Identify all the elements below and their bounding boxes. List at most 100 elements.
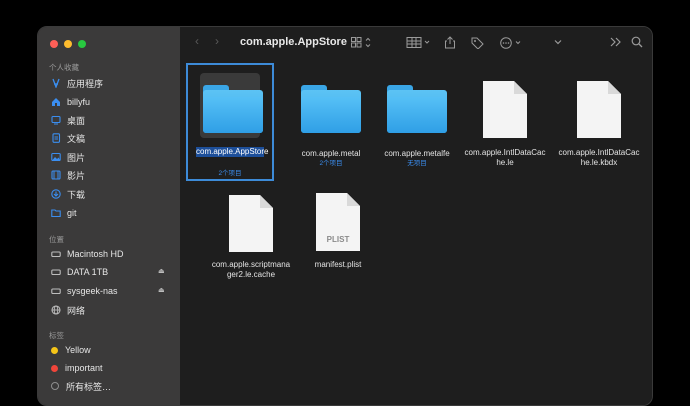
sidebar-item-macintosh-hd[interactable]: Macintosh HD [50,246,124,262]
sidebar-item-label: 图片 [67,152,86,163]
share-button[interactable] [444,36,456,52]
sidebar-item-label: 应用程序 [67,78,104,89]
folder-icon [203,85,263,133]
folder-icon [50,208,61,219]
file-item-metalfe[interactable]: com.apple.metalfe 无项目 [376,75,458,170]
sidebar-item-label: 影片 [67,170,86,181]
file-subtitle: 2个项目 [218,170,242,177]
tag-dot-icon [51,346,58,354]
download-icon [50,189,61,200]
network-icon [50,305,61,316]
file-subtitle: 2个项目 [319,160,343,167]
sidebar-item-label: DATA 1TB [67,267,109,277]
folder-icon [387,85,447,133]
sidebar-item-data-1tb[interactable]: DATA 1TB [50,264,108,280]
photo-icon [50,152,61,163]
tag-button[interactable] [471,37,484,52]
sidebar-item-label: billyfu [67,97,91,107]
folder-icon [301,85,361,133]
chevron-down-icon[interactable] [553,37,563,50]
sidebar-item-desktop[interactable]: 桌面 [50,112,85,128]
sidebar-item-git[interactable]: git [50,205,77,221]
file-name: com.apple.scriptmanager2.le.cache [211,260,291,279]
file-item-scriptmanager[interactable]: com.apple.scriptmanager2.le.cache [210,193,292,288]
grid-view-icon [351,37,371,48]
close-button[interactable] [50,40,58,48]
sidebar: 个人收藏 应用程序 billyfu 桌面 文稿 图片 影片 下载 git 位置 … [38,27,180,405]
sidebar-item-label: 文稿 [67,133,86,144]
share-icon [445,36,455,49]
tags-icon [51,382,59,390]
file-name: com.apple.metal [301,149,361,158]
file-name: com.apple.IntlDataCache.le [464,148,546,167]
sidebar-item-label: important [65,363,103,373]
favorites-header: 个人收藏 [49,63,79,72]
window-title: com.apple.AppStore [240,36,347,48]
apps-icon [50,78,61,89]
sidebar-item-home[interactable]: billyfu [50,94,90,110]
search-icon [631,36,643,48]
file-subtitle: 无项目 [407,160,427,167]
sidebar-item-movies[interactable]: 影片 [50,167,85,183]
sidebar-item-label: 桌面 [67,115,86,126]
document-icon [229,195,273,252]
sidebar-item-network[interactable]: 网络 [50,302,85,318]
forward-button[interactable]: › [215,34,219,48]
sidebar-item-label: 下载 [67,189,86,200]
file-name: com.apple.AppStore [196,147,269,157]
sidebar-item-tag-yellow[interactable]: Yellow [50,342,91,358]
plist-label: PLIST [326,235,350,244]
group-button[interactable] [406,37,432,51]
tag-icon [471,37,484,50]
toolbar-overflow-button[interactable] [610,37,622,50]
home-icon [50,97,61,108]
traffic-lights [50,40,86,48]
desktop-icon [50,115,61,126]
double-chevron-icon [610,37,621,47]
document-icon [483,81,527,138]
sidebar-item-apps[interactable]: 应用程序 [50,75,103,91]
eject-icon[interactable]: ⏏ [158,286,165,294]
plist-document-icon: PLIST [316,193,360,251]
file-name: com.apple.IntlDataCache.le.kbdx [558,148,640,167]
sidebar-item-label: sysgeek-nas [67,286,118,296]
action-button[interactable] [500,37,524,52]
file-item-appstore[interactable]: com.apple.AppStore 2个项目 [186,63,274,181]
file-item-intldatacache-kbdx[interactable]: com.apple.IntlDataCache.le.kbdx [558,79,640,174]
file-name: manifest.plist [314,260,362,269]
sidebar-item-label: git [67,208,77,218]
sidebar-item-label: 所有标签… [66,381,112,392]
tag-dot-icon [51,364,58,372]
search-button[interactable] [631,36,643,51]
back-button[interactable]: ‹ [195,34,199,48]
sidebar-item-tag-important[interactable]: important [50,360,103,376]
locations-header: 位置 [49,235,64,244]
minimize-button[interactable] [64,40,72,48]
file-item-metal[interactable]: com.apple.metal 2个项目 [290,75,372,170]
sidebar-item-label: Yellow [65,345,91,355]
sidebar-item-sysgeek-nas[interactable]: sysgeek-nas [50,283,118,299]
sidebar-item-downloads[interactable]: 下载 [50,186,85,202]
document-icon [577,81,621,138]
file-item-manifest-plist[interactable]: PLIST manifest.plist [297,193,379,288]
group-icon [406,37,430,48]
sidebar-item-label: 网络 [67,305,86,316]
view-options-button[interactable] [351,37,373,51]
finder-window: 个人收藏 应用程序 billyfu 桌面 文稿 图片 影片 下载 git 位置 … [37,26,653,406]
file-item-intldatacache-le[interactable]: com.apple.IntlDataCache.le [464,79,546,174]
more-icon [500,37,521,49]
zoom-button[interactable] [78,40,86,48]
drive-icon [50,249,61,260]
tags-header: 标签 [49,331,64,340]
sidebar-item-label: Macintosh HD [67,249,124,259]
film-icon [50,170,61,181]
drive-icon [50,286,61,297]
file-name: com.apple.metalfe [384,149,450,158]
drive-icon [50,267,61,278]
sidebar-item-documents[interactable]: 文稿 [50,130,85,146]
document-icon [50,133,61,144]
file-browser: ‹ › com.apple.AppStore com.apple.AppStor… [180,27,652,405]
sidebar-item-all-tags[interactable]: 所有标签… [50,378,111,394]
sidebar-item-pictures[interactable]: 图片 [50,149,85,165]
eject-icon[interactable]: ⏏ [158,267,165,275]
